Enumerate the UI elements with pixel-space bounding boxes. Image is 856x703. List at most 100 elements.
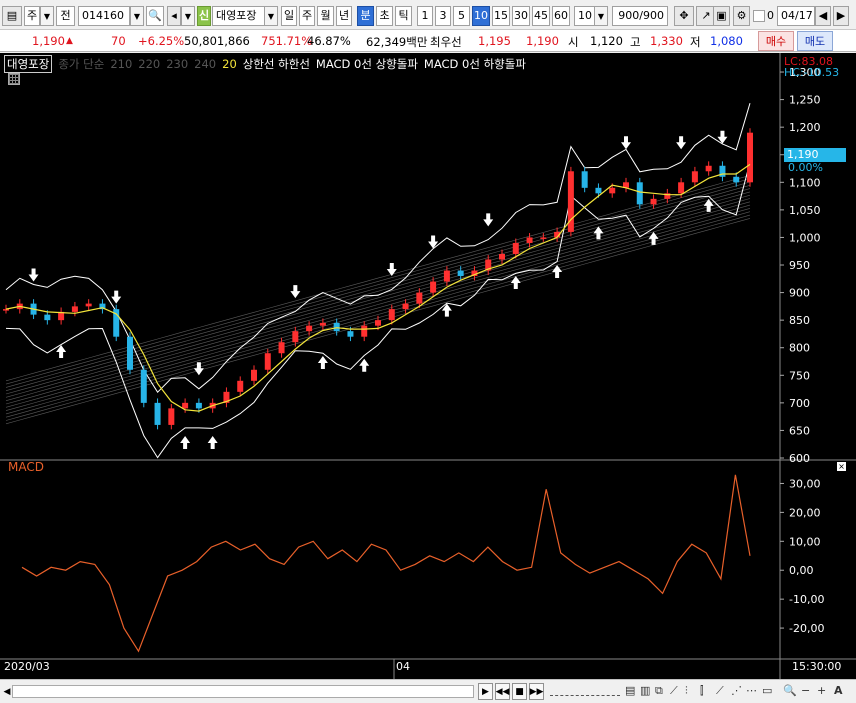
- price-axis-label: 650: [789, 424, 810, 437]
- interval-60-label: 60: [554, 9, 568, 22]
- cursor-tool-icon[interactable]: ✥: [674, 6, 694, 26]
- price-axis-label: 1,250: [789, 94, 821, 107]
- period-month[interactable]: 월: [317, 6, 334, 26]
- volume-ratio: 751.71%: [261, 34, 313, 48]
- zoom-icon[interactable]: 🔍: [783, 684, 797, 697]
- sync-checkbox[interactable]: [753, 10, 765, 22]
- candle-body: [691, 171, 698, 183]
- split-icon[interactable]: ▥: [640, 684, 650, 697]
- save-icon[interactable]: ▣: [713, 6, 730, 26]
- interval-dropdown-icon[interactable]: ▼: [594, 6, 608, 26]
- copy-icon[interactable]: ⧉: [655, 684, 663, 698]
- name-dropdown-icon[interactable]: ▼: [264, 6, 278, 26]
- price-axis-label: 950: [789, 259, 810, 272]
- legend-stock-name[interactable]: 대영포장: [4, 55, 53, 73]
- text-icon[interactable]: ⋯: [746, 684, 757, 697]
- stock-code-input[interactable]: 014160: [78, 6, 130, 26]
- sell-button[interactable]: 매도: [797, 31, 833, 51]
- search-icon[interactable]: 🔍: [146, 6, 164, 26]
- period-day[interactable]: 일: [281, 6, 297, 26]
- candle-body: [733, 176, 740, 183]
- stop-icon[interactable]: ■: [512, 683, 527, 700]
- sell-signal-arrow: [386, 263, 397, 277]
- price-axis-label: 1,100: [789, 176, 821, 189]
- chart-area[interactable]: 1,3001,2501,2001,1501,1001,0501,00095090…: [0, 53, 856, 679]
- interval-45-label: 45: [534, 9, 548, 22]
- close-icon[interactable]: ×: [837, 462, 846, 471]
- candle-body: [182, 402, 189, 409]
- period-week-label: 주: [301, 9, 313, 22]
- bar-icon[interactable]: ⫶: [685, 684, 688, 698]
- legend-ma-230: 230: [166, 57, 189, 71]
- grid-toggle-icon[interactable]: [8, 73, 20, 85]
- interval-15[interactable]: 15: [492, 6, 510, 26]
- interval-input[interactable]: 10: [574, 6, 596, 26]
- candle-body: [595, 187, 602, 194]
- sell-signal-arrow: [621, 136, 631, 150]
- quote-bar: 1,190 ▲ 70 +6.25% 50,801,866 751.71% 46.…: [0, 30, 856, 52]
- step-forward-icon[interactable]: ▶: [478, 683, 493, 700]
- long-ma-line: [5, 185, 751, 391]
- zoom-slider[interactable]: [550, 688, 620, 696]
- fib-icon[interactable]: ⋰: [731, 684, 742, 697]
- chart-canvas[interactable]: 1,3001,2501,2001,1501,1001,0501,00095090…: [0, 53, 856, 679]
- period-week[interactable]: 주: [299, 6, 315, 26]
- macd-axis-label: 0,00: [789, 564, 814, 577]
- period-second[interactable]: 초: [376, 6, 393, 26]
- market-dropdown-icon[interactable]: ▼: [40, 6, 54, 26]
- scroll-track[interactable]: [12, 685, 474, 698]
- zoom-out-icon[interactable]: −: [801, 684, 810, 697]
- auto-scale-icon[interactable]: A: [834, 684, 843, 697]
- trend-icon[interactable]: ⟋: [716, 684, 724, 698]
- candle-body: [237, 380, 244, 392]
- speaker-icon[interactable]: ◂: [167, 6, 181, 26]
- macd-line: [21, 474, 751, 653]
- period-year[interactable]: 년: [336, 6, 352, 26]
- stock-name-field[interactable]: 대영포장: [212, 6, 265, 26]
- gear-icon[interactable]: ⚙: [733, 6, 750, 26]
- period-tick[interactable]: 틱: [395, 6, 412, 26]
- current-price: 1,190: [32, 34, 65, 48]
- candle-body: [747, 132, 753, 183]
- speaker-dropdown-icon[interactable]: ▼: [181, 6, 195, 26]
- picture-icon[interactable]: ▭: [762, 684, 772, 697]
- trade-amount: 62,349백만: [366, 35, 428, 49]
- open-label: 시: [568, 35, 579, 49]
- prev-select[interactable]: 전: [56, 6, 75, 26]
- interval-45[interactable]: 45: [532, 6, 550, 26]
- interval-5[interactable]: 5: [453, 6, 470, 26]
- fast-forward-icon[interactable]: ▶▶: [529, 683, 544, 700]
- interval-1[interactable]: 1: [417, 6, 433, 26]
- change-percent: +6.25%: [138, 34, 185, 48]
- zoom-in-icon[interactable]: +: [817, 684, 826, 697]
- next-date-icon[interactable]: ▶: [833, 6, 849, 26]
- interval-10[interactable]: 10: [472, 6, 490, 26]
- rewind-icon[interactable]: ◀◀: [495, 683, 510, 700]
- interval-3[interactable]: 3: [435, 6, 451, 26]
- scroll-left-icon[interactable]: ◀: [2, 683, 12, 700]
- legend-ma-240: 240: [194, 57, 217, 71]
- stock-name: 대영포장: [216, 9, 257, 22]
- candle-body: [154, 402, 161, 425]
- code-dropdown-icon[interactable]: ▼: [130, 6, 144, 26]
- buy-button[interactable]: 매수: [758, 31, 794, 51]
- window-menu-icon[interactable]: ▤: [2, 6, 22, 26]
- market-label: 주: [26, 9, 38, 22]
- market-select[interactable]: 주: [24, 6, 40, 26]
- interval-60[interactable]: 60: [552, 6, 570, 26]
- date-input[interactable]: 04/17: [777, 6, 815, 26]
- line-icon[interactable]: ⟋: [670, 684, 678, 698]
- price-axis-label: 800: [789, 342, 810, 355]
- period-minute[interactable]: 분: [357, 6, 374, 26]
- interval-30[interactable]: 30: [512, 6, 530, 26]
- candle-icon[interactable]: ⫿: [700, 684, 704, 698]
- legend-macd-down: MACD 0선 하향돌파: [423, 57, 526, 71]
- prev-date-icon[interactable]: ◀: [815, 6, 831, 26]
- candle-body: [85, 303, 92, 307]
- layout-icon[interactable]: ▤: [625, 684, 635, 697]
- count-input[interactable]: 900/900: [612, 6, 668, 26]
- buy-signal-arrow: [180, 435, 191, 449]
- price-axis-label: 1,200: [789, 121, 821, 134]
- buy-signal-arrow: [317, 355, 328, 369]
- legend-ma-210: 210: [110, 57, 133, 71]
